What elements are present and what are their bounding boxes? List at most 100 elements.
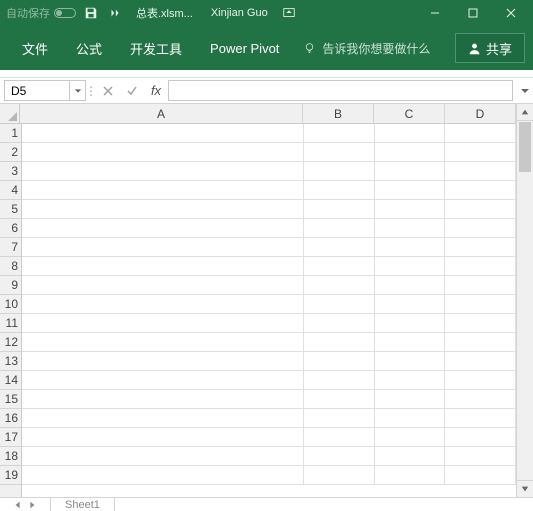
row-header[interactable]: 3 (0, 162, 21, 181)
cell[interactable] (375, 447, 446, 466)
cell[interactable] (22, 466, 304, 485)
cell[interactable] (375, 124, 446, 143)
scroll-thumb[interactable] (519, 122, 531, 172)
cell[interactable] (304, 409, 375, 428)
minimize-button[interactable] (419, 0, 451, 26)
row-header[interactable]: 15 (0, 390, 21, 409)
cell[interactable] (304, 352, 375, 371)
cell[interactable] (304, 428, 375, 447)
cell[interactable] (22, 409, 304, 428)
cell[interactable] (22, 352, 304, 371)
row-header[interactable]: 8 (0, 257, 21, 276)
cell[interactable] (445, 219, 516, 238)
cell[interactable] (304, 447, 375, 466)
name-box-dropdown[interactable] (69, 81, 85, 100)
cell[interactable] (375, 200, 446, 219)
cell[interactable] (375, 219, 446, 238)
cell[interactable] (375, 276, 446, 295)
row-header[interactable]: 12 (0, 333, 21, 352)
cell[interactable] (375, 390, 446, 409)
cell[interactable] (445, 390, 516, 409)
tell-me-input[interactable]: 告诉我你想要做什么 (293, 40, 440, 57)
cell[interactable] (445, 162, 516, 181)
cell[interactable] (445, 124, 516, 143)
next-sheet-icon[interactable] (28, 501, 36, 509)
cell[interactable] (304, 162, 375, 181)
cell[interactable] (304, 295, 375, 314)
row-header[interactable]: 6 (0, 219, 21, 238)
cell[interactable] (445, 428, 516, 447)
enter-button[interactable] (120, 78, 144, 103)
tab-developer[interactable]: 开发工具 (116, 26, 196, 70)
cell[interactable] (22, 181, 304, 200)
row-header[interactable]: 5 (0, 200, 21, 219)
autosave-toggle[interactable]: 自动保存 (6, 5, 76, 21)
cell[interactable] (22, 295, 304, 314)
cell[interactable] (304, 238, 375, 257)
cell[interactable] (445, 238, 516, 257)
sheet-nav[interactable] (0, 501, 50, 509)
scroll-up-button[interactable] (517, 104, 533, 121)
cell[interactable] (445, 143, 516, 162)
cell[interactable] (375, 409, 446, 428)
cell[interactable] (445, 181, 516, 200)
cell[interactable] (375, 143, 446, 162)
row-header[interactable]: 14 (0, 371, 21, 390)
tab-file[interactable]: 文件 (8, 26, 62, 70)
cell[interactable] (22, 124, 304, 143)
row-header[interactable]: 18 (0, 447, 21, 466)
cell[interactable] (445, 200, 516, 219)
row-header[interactable]: 9 (0, 276, 21, 295)
cell[interactable] (304, 314, 375, 333)
row-header[interactable]: 7 (0, 238, 21, 257)
row-header[interactable]: 13 (0, 352, 21, 371)
cell[interactable] (304, 200, 375, 219)
vertical-scrollbar[interactable] (516, 104, 533, 497)
cell[interactable] (22, 428, 304, 447)
cell[interactable] (445, 447, 516, 466)
cell[interactable] (375, 333, 446, 352)
cell[interactable] (445, 276, 516, 295)
cell[interactable] (304, 371, 375, 390)
tab-formulas[interactable]: 公式 (62, 26, 116, 70)
cell[interactable] (22, 162, 304, 181)
cell[interactable] (375, 314, 446, 333)
cancel-button[interactable] (96, 78, 120, 103)
row-header[interactable]: 16 (0, 409, 21, 428)
formula-input[interactable] (168, 80, 513, 101)
cell[interactable] (304, 466, 375, 485)
cell[interactable] (22, 257, 304, 276)
cell[interactable] (375, 238, 446, 257)
column-header[interactable]: D (445, 104, 516, 123)
row-header[interactable]: 11 (0, 314, 21, 333)
cell[interactable] (304, 390, 375, 409)
insert-function-button[interactable]: fx (144, 78, 168, 103)
tab-powerpivot[interactable]: Power Pivot (196, 26, 293, 70)
column-header[interactable]: A (20, 104, 303, 123)
maximize-button[interactable] (457, 0, 489, 26)
cell[interactable] (22, 238, 304, 257)
prev-sheet-icon[interactable] (14, 501, 22, 509)
quickaccess-more-icon[interactable] (106, 6, 124, 20)
name-box[interactable]: D5 (4, 80, 86, 101)
row-header[interactable]: 1 (0, 124, 21, 143)
cell[interactable] (375, 295, 446, 314)
cell[interactable] (304, 257, 375, 276)
cells-area[interactable] (22, 124, 516, 497)
row-header[interactable]: 19 (0, 466, 21, 485)
cell[interactable] (375, 257, 446, 276)
cell[interactable] (304, 143, 375, 162)
cell[interactable] (304, 219, 375, 238)
cell[interactable] (375, 466, 446, 485)
cell[interactable] (375, 352, 446, 371)
cell[interactable] (375, 181, 446, 200)
cell[interactable] (445, 295, 516, 314)
row-header[interactable]: 4 (0, 181, 21, 200)
share-button[interactable]: 共享 (455, 33, 525, 63)
cell[interactable] (22, 314, 304, 333)
row-header[interactable]: 17 (0, 428, 21, 447)
cell[interactable] (304, 276, 375, 295)
cell[interactable] (22, 390, 304, 409)
cell[interactable] (22, 371, 304, 390)
cell[interactable] (445, 314, 516, 333)
